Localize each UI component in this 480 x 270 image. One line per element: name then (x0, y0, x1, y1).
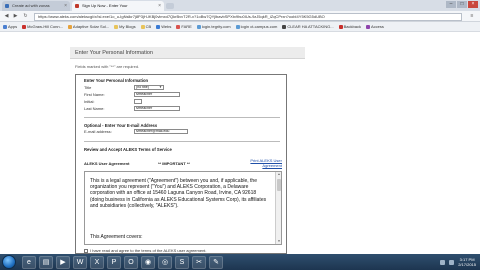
agree-checkbox[interactable] (84, 248, 88, 253)
paint-icon[interactable]: ✎ (209, 255, 223, 269)
tab-favicon-icon (75, 4, 79, 8)
bookmark-item[interactable]: Adaptive Solar Sol... (67, 24, 109, 29)
back-arrow-icon[interactable]: ◀ (3, 13, 10, 20)
ie-icon[interactable]: e (22, 255, 36, 269)
bookmark-item[interactable]: Access (365, 24, 384, 29)
clock[interactable]: 3:17 PM 2/17/2015 (458, 257, 476, 267)
bookmark-item[interactable]: login ct-campus.com (235, 24, 277, 29)
reload-icon[interactable]: ↻ (22, 13, 29, 20)
first-name-field[interactable]: Mrteacher (134, 92, 180, 97)
snipping-tool-icon[interactable]: ✂ (192, 255, 206, 269)
volume-icon[interactable] (449, 259, 455, 265)
email-label: E-mail address: (84, 129, 112, 134)
clock-date: 2/17/2015 (458, 262, 476, 267)
start-button[interactable] (2, 255, 16, 269)
powerpoint-icon[interactable]: P (107, 255, 121, 269)
terms-covers-text: This Agreement covers: (90, 234, 143, 240)
bookmark-icon (196, 24, 201, 29)
agree-label: I have read and agree to the terms of th… (90, 248, 207, 253)
system-tray: 3:17 PM 2/17/2015 (440, 257, 476, 267)
bookmark-item[interactable]: Webs (156, 24, 171, 29)
bookmark-item[interactable]: FARE (176, 24, 192, 29)
bookmark-item[interactable]: login.tegrity.com (196, 24, 231, 29)
divider (84, 117, 280, 118)
browser-tab-active[interactable]: Sign Up Now - Enter Your × (72, 1, 164, 11)
important-notice: ** IMPORTANT ** (158, 161, 190, 166)
agree-row: I have read and agree to the terms of th… (84, 248, 207, 253)
bookmarks-bar: Apps McGraw-Hill Conn... Adaptive Solar … (0, 22, 480, 32)
bookmark-item[interactable]: CLEAR HA ATTACKING... (282, 24, 334, 29)
menu-icon[interactable]: ≡ (468, 13, 476, 20)
bookmark-item[interactable]: My Blogs (114, 24, 136, 29)
forward-arrow-icon[interactable]: ▶ (12, 13, 19, 20)
bookmark-icon (22, 24, 27, 29)
skype-icon[interactable]: S (175, 255, 189, 269)
email-field[interactable]: Mrteacher@mail.edu (134, 129, 188, 134)
terms-paragraph: This is a legal agreement ("Agreement") … (90, 178, 267, 209)
terms-text-area[interactable]: This is a legal agreement ("Agreement") … (84, 171, 282, 245)
url-input[interactable]: https://www.aleks.com/alekscgi/x/Isl.exe… (34, 13, 462, 21)
bookmark-item[interactable]: CB (140, 24, 151, 29)
browser-tab[interactable]: Create ad with zonas × (2, 1, 70, 11)
word-icon[interactable]: W (73, 255, 87, 269)
scroll-up-icon[interactable]: ▲ (276, 172, 281, 177)
minimize-icon[interactable]: – (446, 1, 456, 8)
bookmark-icon (176, 24, 181, 29)
chevron-down-icon: ▼ (159, 85, 162, 89)
folder-icon (140, 24, 145, 29)
apps-icon (3, 24, 7, 29)
bookmark-icon (67, 24, 72, 29)
close-window-icon[interactable]: × (468, 1, 478, 8)
scroll-down-icon[interactable]: ▼ (276, 239, 281, 244)
chrome-icon[interactable]: ◉ (141, 255, 155, 269)
tab-label: Sign Up Now - Enter Your (82, 3, 128, 8)
bookmark-icon (235, 24, 240, 29)
maximize-icon[interactable]: □ (457, 1, 467, 8)
media-player-icon[interactable]: ▶ (56, 255, 70, 269)
title-select[interactable]: (no title) ▼ (134, 85, 164, 90)
terms-heading: Review and Accept ALEKS Terms of Service (84, 147, 172, 152)
taskbar: e ▤ ▶ W X P O ◉ ◎ S ✂ ✎ 3:17 PM 2/17/201… (0, 254, 480, 270)
bookmark-icon (338, 24, 343, 29)
print-agreement-link[interactable]: Print ALEKS User Agreement (236, 158, 282, 168)
tab-favicon-icon (5, 4, 9, 8)
signup-form: Enter Your Personal Information Title (n… (75, 74, 287, 254)
title-label: Title (84, 85, 92, 90)
bookmark-item[interactable]: McGraw-Hill Conn... (22, 24, 63, 29)
required-fields-note: Fields marked with "**" are required. (75, 64, 140, 69)
user-agreement-title: ALEKS User Agreement (84, 161, 130, 166)
scroll-thumb[interactable] (277, 179, 281, 191)
last-name-label: Last Name: (84, 106, 105, 111)
initial-label: Initial: (84, 99, 95, 104)
close-tab-icon[interactable]: × (64, 1, 67, 11)
bookmark-icon (365, 24, 370, 29)
terms-scrollbar[interactable]: ▲ ▼ (275, 172, 281, 244)
bookmark-icon (282, 24, 287, 29)
page-content: Enter Your Personal Information Fields m… (0, 32, 480, 254)
bookmark-apps[interactable]: Apps (3, 24, 17, 29)
last-name-field[interactable]: Mrteacher (134, 106, 180, 111)
folder-icon[interactable]: ▤ (39, 255, 53, 269)
initial-field[interactable] (134, 99, 142, 104)
firefox-icon[interactable]: ◎ (158, 255, 172, 269)
bookmark-item[interactable]: Backback (338, 24, 361, 29)
bookmark-icon (156, 24, 161, 29)
network-icon[interactable] (440, 259, 446, 265)
excel-icon[interactable]: X (90, 255, 104, 269)
folder-icon (114, 24, 119, 29)
page-title: Enter Your Personal Information (70, 47, 305, 59)
close-tab-icon[interactable]: × (158, 1, 161, 11)
title-select-value: (no title) (136, 85, 149, 89)
first-name-label: First Name: (84, 92, 105, 97)
window-controls: – □ × (446, 1, 478, 8)
tab-label: Create ad with zonas (12, 3, 50, 8)
personal-info-heading: Enter Your Personal Information (84, 78, 149, 83)
outlook-icon[interactable]: O (124, 255, 138, 269)
new-tab-button[interactable] (166, 3, 174, 9)
taskbar-pinned-apps: e ▤ ▶ W X P O ◉ ◎ S ✂ ✎ (22, 255, 223, 269)
email-heading: Optional - Enter Your E-mail Address (84, 123, 158, 128)
address-bar: ◀ ▶ ↻ https://www.aleks.com/alekscgi/x/I… (0, 11, 480, 22)
browser-tab-strip: Create ad with zonas × Sign Up Now - Ent… (0, 0, 480, 11)
divider (84, 141, 280, 142)
